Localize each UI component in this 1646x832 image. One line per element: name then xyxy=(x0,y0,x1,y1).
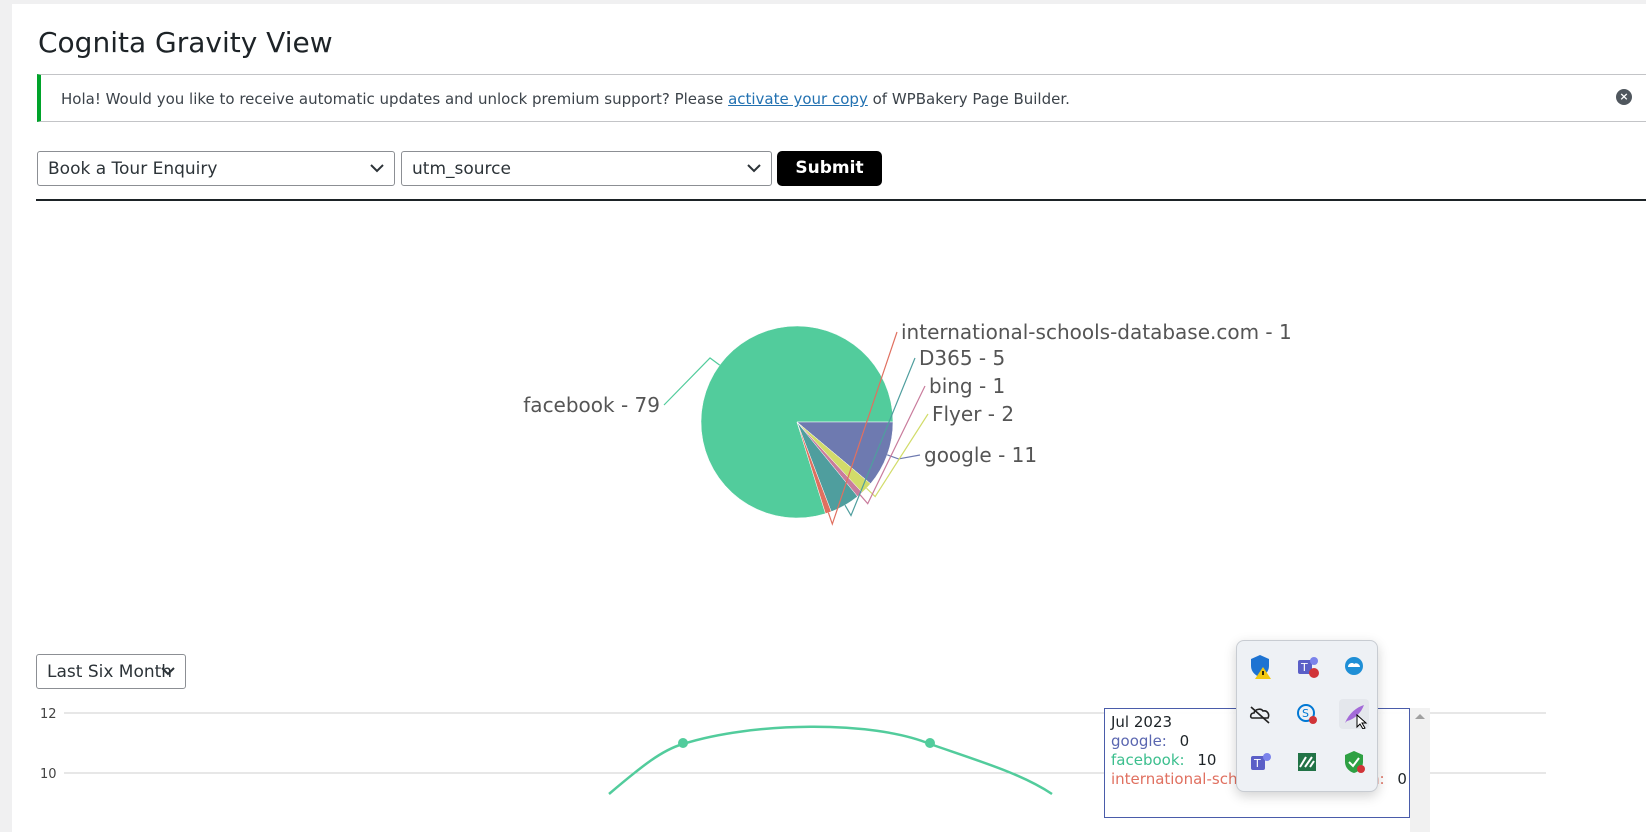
defender-warning-icon[interactable] xyxy=(1245,651,1275,681)
pie-label-facebook: facebook - 79 xyxy=(523,393,660,417)
system-tray-overflow: T S T xyxy=(1236,640,1378,792)
onedrive-offline-icon[interactable] xyxy=(1245,699,1275,729)
svg-text:T: T xyxy=(1253,757,1261,770)
tooltip-row-label: google: xyxy=(1111,732,1167,750)
pie-leader-line xyxy=(887,454,921,460)
line-point[interactable] xyxy=(925,738,935,748)
pie-label-international-schools-database-com: international-schools-database.com - 1 xyxy=(901,320,1292,344)
y-tick-label: 12 xyxy=(40,707,57,722)
tooltip-row-value: 0 xyxy=(1392,770,1407,788)
tooltip-row-value: 10 xyxy=(1192,751,1217,769)
feather-icon[interactable] xyxy=(1339,699,1369,730)
scrollbar[interactable] xyxy=(1410,708,1430,832)
pie-label-bing: bing - 1 xyxy=(929,374,1005,398)
sheets-icon[interactable] xyxy=(1292,747,1322,777)
line-series-facebook xyxy=(608,725,1053,796)
range-select-value: Last Six Month xyxy=(47,662,173,682)
onedrive-blue-icon[interactable] xyxy=(1339,651,1369,681)
teams-icon[interactable]: T xyxy=(1292,651,1322,681)
svg-text:T: T xyxy=(1300,661,1308,674)
line-point[interactable] xyxy=(678,738,688,748)
teams-work-icon[interactable]: T xyxy=(1245,747,1275,777)
chevron-down-icon xyxy=(161,667,175,676)
page-wrap: Cognita Gravity View Hola! Would you lik… xyxy=(12,4,1646,832)
tooltip-row-label: facebook: xyxy=(1111,751,1185,769)
pie-label-google: google - 11 xyxy=(924,443,1037,467)
scroll-up-icon[interactable] xyxy=(1410,709,1430,723)
svg-text:S: S xyxy=(1302,707,1309,720)
security-check-icon[interactable] xyxy=(1339,747,1369,777)
pie-label-d365: D365 - 5 xyxy=(919,346,1005,370)
y-tick-label: 10 xyxy=(40,767,57,782)
pie-label-flyer: Flyer - 2 xyxy=(932,402,1014,426)
skype-icon[interactable]: S xyxy=(1292,699,1322,729)
range-select[interactable]: Last Six Month xyxy=(36,654,186,689)
tooltip-row-value: 0 xyxy=(1174,732,1190,750)
